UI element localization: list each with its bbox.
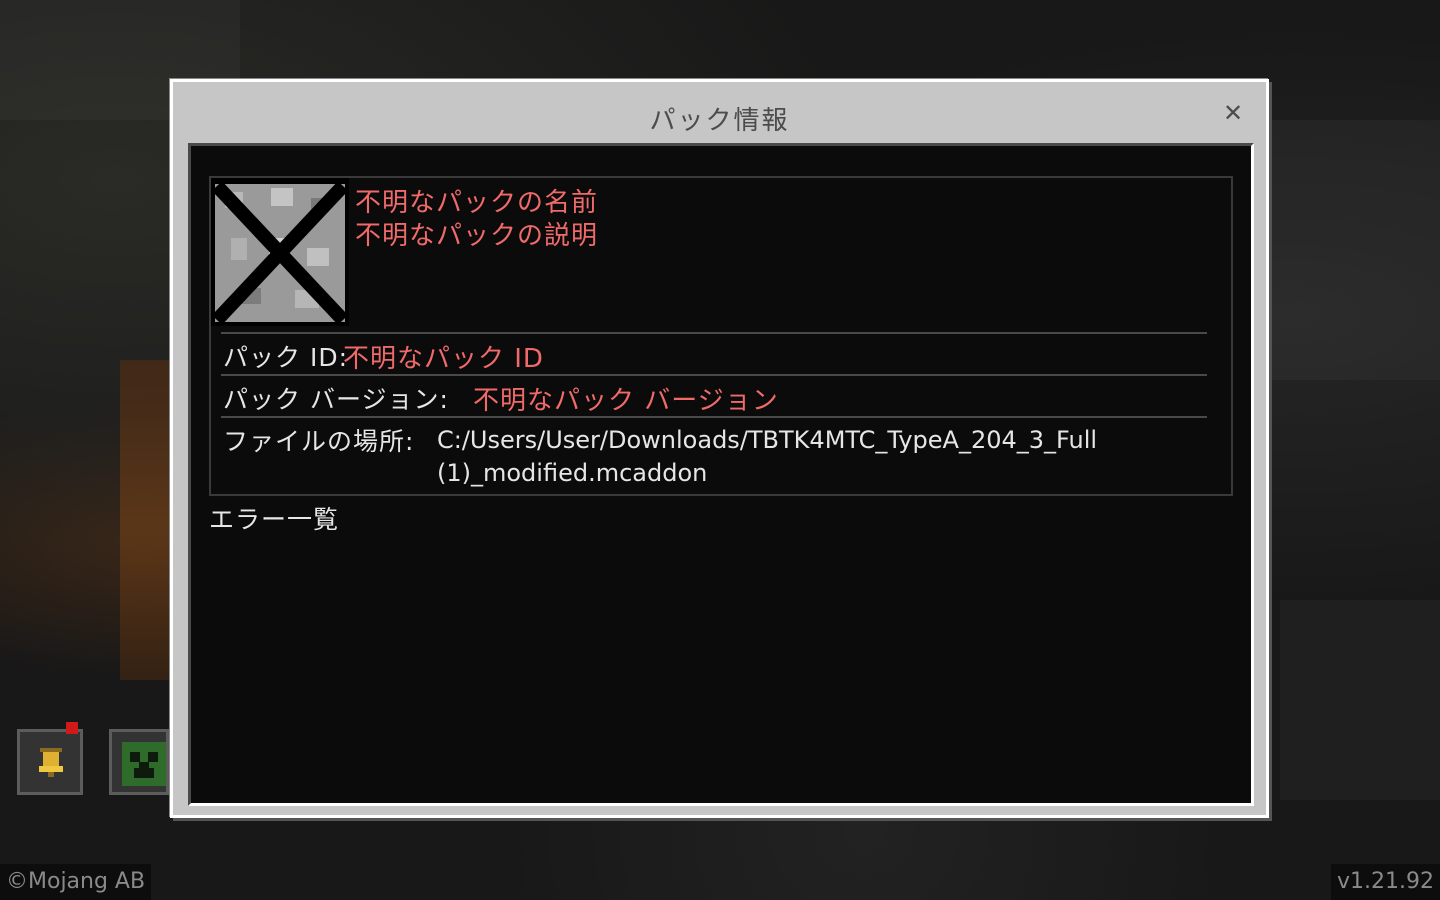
notification-badge: [66, 722, 78, 734]
pack-version-label: パック バージョン:: [223, 385, 449, 414]
background-block: [1280, 600, 1440, 800]
profile-button[interactable]: [109, 729, 169, 795]
error-list-heading: エラー一覧: [209, 505, 340, 534]
copyright-text: ©Mojang AB: [0, 864, 152, 900]
pack-version-value: 不明なパック バージョン: [473, 386, 779, 416]
bell-icon: [39, 748, 63, 777]
pack-info-dialog: パック情報 ✕ 不明なパックの名前 不明なパックの説明 パック ID: 不明なパ…: [170, 79, 1269, 818]
dialog-title: パック情報: [649, 106, 790, 136]
file-location-row: ファイルの場所: C:/Users/User/Downloads/TBTK4MT…: [221, 416, 1207, 496]
file-path-line: C:/Users/User/Downloads/TBTK4MTC_TypeA_2…: [437, 426, 1098, 454]
version-text: v1.21.92: [1331, 864, 1440, 900]
file-location-label: ファイルの場所:: [223, 427, 415, 456]
missing-texture-icon: [211, 178, 349, 326]
file-path-line: (1)_modified.mcaddon: [437, 459, 708, 487]
pack-card: 不明なパックの名前 不明なパックの説明 パック ID: 不明なパック ID パッ…: [209, 176, 1233, 496]
pack-id-row: パック ID: 不明なパック ID: [221, 332, 1207, 374]
close-icon: ✕: [1222, 99, 1244, 127]
notifications-button[interactable]: [17, 722, 83, 795]
background-terrain: [120, 360, 170, 680]
pack-id-value: 不明なパック ID: [343, 344, 544, 374]
dialog-content[interactable]: 不明なパックの名前 不明なパックの説明 パック ID: 不明なパック ID パッ…: [188, 143, 1254, 806]
background-block: [1270, 120, 1440, 380]
pack-id-label: パック ID:: [223, 343, 348, 372]
pack-version-row: パック バージョン: 不明なパック バージョン: [221, 374, 1207, 416]
creeper-icon: [122, 742, 166, 786]
pack-description: 不明なパックの説明: [355, 221, 599, 251]
pack-name: 不明なパックの名前: [355, 188, 599, 218]
close-button[interactable]: ✕: [1218, 98, 1248, 128]
